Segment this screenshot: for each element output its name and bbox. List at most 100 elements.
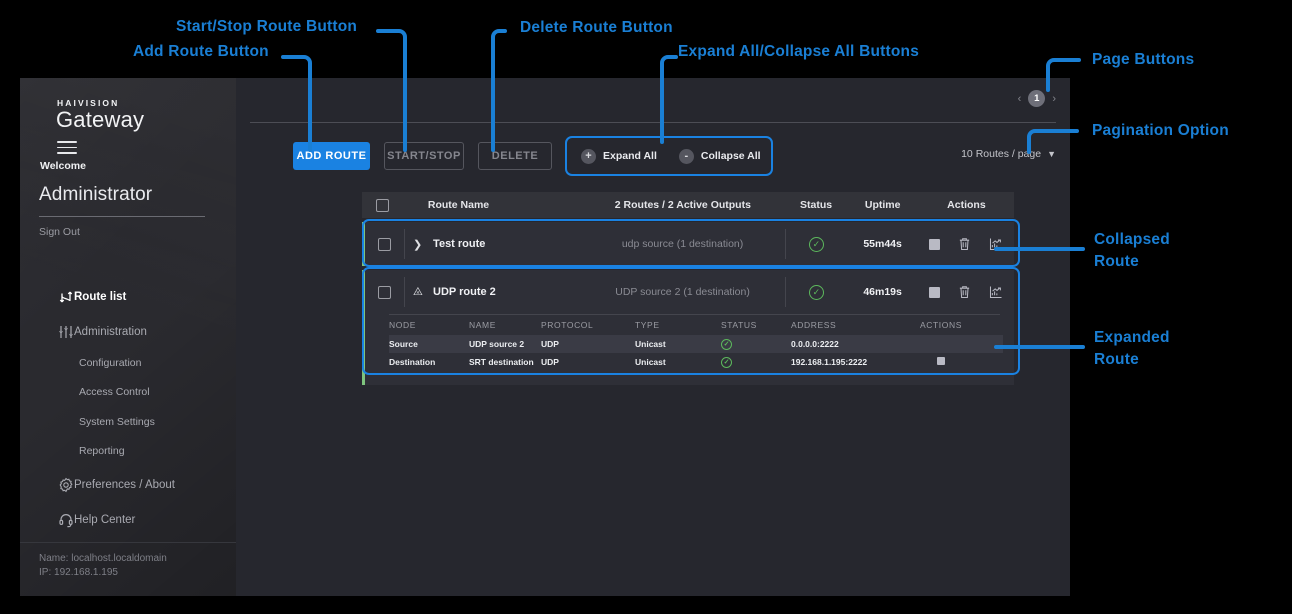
node-actions	[901, 357, 981, 367]
host-name: Name: localhost.localdomain	[39, 552, 167, 566]
sidebar-item-help-center[interactable]: Help Center	[20, 503, 236, 537]
route-description: UDP source 2 (1 destination)	[580, 286, 786, 298]
trash-icon[interactable]	[958, 237, 971, 251]
annotation-page-buttons: Page Buttons	[1092, 51, 1194, 69]
route-uptime: 55m44s	[846, 238, 918, 250]
statistics-icon[interactable]	[989, 285, 1003, 299]
node-role: Source	[389, 339, 469, 349]
expand-all-button[interactable]: + Expand All	[581, 149, 657, 164]
stop-icon[interactable]	[937, 357, 945, 365]
top-divider	[250, 122, 1056, 123]
route-name: UDP route 2	[433, 286, 496, 298]
route-summary-row[interactable]: ⨻ UDP route 2 UDP source 2 (1 destinatio…	[365, 270, 1014, 314]
page-number-button[interactable]: 1	[1028, 90, 1045, 107]
toolbar: ADD ROUTE START/STOP DELETE + Expand All…	[236, 136, 1070, 178]
route-status-cell: ✓	[785, 277, 846, 307]
header-protocol: PROTOCOL	[541, 320, 635, 330]
node-role: Destination	[389, 357, 469, 367]
brand-gateway: Gateway	[56, 107, 144, 133]
annotation-pagination: Pagination Option	[1092, 122, 1229, 140]
row-checkbox-cell	[365, 286, 404, 299]
node-address: 0.0.0.0:2222	[791, 339, 901, 349]
table-row[interactable]: ⨻ UDP route 2 UDP source 2 (1 destinatio…	[362, 270, 1014, 385]
routes-per-page-select[interactable]: 10 Routes / page ▼	[961, 148, 1056, 160]
header-node: NODE	[389, 320, 469, 330]
chevron-down-icon: ▼	[1047, 149, 1056, 159]
select-all-checkbox-cell	[362, 199, 404, 212]
sliders-icon	[56, 322, 76, 342]
minus-icon: -	[679, 149, 694, 164]
table-row[interactable]: ❯ Test route udp source (1 destination) …	[362, 222, 1014, 266]
route-name: Test route	[433, 238, 485, 250]
annotation-expanded-route: Expanded Route	[1094, 327, 1170, 371]
headset-icon	[56, 510, 76, 530]
status-ok-icon: ✓	[721, 339, 732, 350]
route-name-cell: ⨻ UDP route 2	[404, 277, 580, 307]
list-item[interactable]: Destination SRT destination UDP Unicast …	[389, 353, 1003, 371]
header-name: NAME	[469, 320, 541, 330]
annotation-start-stop: Start/Stop Route Button	[176, 18, 357, 36]
host-info: Name: localhost.localdomain IP: 192.168.…	[39, 552, 167, 580]
status-ok-icon: ✓	[809, 237, 824, 252]
sign-out-link[interactable]: Sign Out	[39, 226, 80, 238]
gear-icon	[56, 475, 76, 495]
sidebar-item-access-control[interactable]: Access Control	[20, 375, 236, 409]
page-buttons: ‹ 1 ›	[1018, 90, 1056, 107]
node-status-cell: ✓	[721, 339, 791, 350]
list-item[interactable]: Source UDP source 2 UDP Unicast ✓ 0.0.0.…	[389, 335, 1003, 353]
sidebar-item-reporting[interactable]: Reporting	[20, 434, 236, 468]
header-actions: Actions	[919, 199, 1014, 211]
start-stop-button[interactable]: START/STOP	[384, 142, 464, 170]
add-route-button[interactable]: ADD ROUTE	[293, 142, 370, 170]
delete-button[interactable]: DELETE	[478, 142, 552, 170]
welcome-label: Welcome	[40, 160, 86, 172]
collapse-all-label: Collapse All	[701, 150, 761, 162]
sidebar-item-administration[interactable]: Administration	[20, 315, 236, 349]
route-nodes-panel: NODE NAME PROTOCOL TYPE STATUS ADDRESS A…	[365, 314, 1014, 385]
header-uptime: Uptime	[847, 199, 919, 211]
select-all-checkbox[interactable]	[376, 199, 389, 212]
sidebar-item-label: Route list	[74, 291, 126, 303]
stop-icon[interactable]	[929, 287, 940, 298]
expand-collapse-group: + Expand All - Collapse All	[565, 136, 773, 176]
chevron-down-icon[interactable]: ⨻	[413, 286, 423, 299]
collapse-all-button[interactable]: - Collapse All	[679, 149, 761, 164]
route-status-cell: ✓	[785, 229, 846, 259]
sidebar: HAIVISION Gateway Welcome Administrator …	[20, 78, 236, 596]
sidebar-item-preferences-about[interactable]: Preferences / About	[20, 468, 236, 502]
next-page-button[interactable]: ›	[1052, 93, 1056, 105]
header-node-status: STATUS	[721, 320, 791, 330]
main-content: ‹ 1 › ADD ROUTE START/STOP DELETE + Expa…	[236, 78, 1070, 596]
status-ok-icon: ✓	[809, 285, 824, 300]
node-type: Unicast	[635, 357, 721, 367]
prev-page-button[interactable]: ‹	[1018, 93, 1022, 105]
sidebar-item-label: Reporting	[79, 445, 125, 457]
hamburger-icon[interactable]	[57, 141, 77, 158]
row-checkbox[interactable]	[378, 238, 391, 251]
route-uptime: 46m19s	[846, 286, 918, 298]
sidebar-item-label: Configuration	[79, 357, 141, 369]
stop-icon[interactable]	[929, 239, 940, 250]
header-type: TYPE	[635, 320, 721, 330]
route-actions	[919, 285, 1014, 299]
chevron-right-icon[interactable]: ❯	[413, 238, 423, 251]
sidebar-divider	[39, 216, 205, 217]
header-status: Status	[786, 199, 847, 211]
nodes-table: NODE NAME PROTOCOL TYPE STATUS ADDRESS A…	[389, 315, 1003, 371]
statistics-icon[interactable]	[989, 237, 1003, 251]
node-name: UDP source 2	[469, 339, 541, 349]
status-ok-icon: ✓	[721, 357, 732, 368]
top-bar: ‹ 1 ›	[236, 78, 1070, 122]
header-route-name: Route Name	[404, 199, 580, 211]
table-header-row: Route Name 2 Routes / 2 Active Outputs S…	[362, 192, 1014, 218]
row-checkbox[interactable]	[378, 286, 391, 299]
sidebar-item-label: System Settings	[79, 416, 155, 428]
trash-icon[interactable]	[958, 285, 971, 299]
routes-per-page-label: 10 Routes / page	[961, 148, 1041, 160]
route-name-cell: ❯ Test route	[404, 229, 580, 259]
sidebar-item-route-list[interactable]: Route list	[20, 280, 236, 314]
node-name: SRT destination	[469, 357, 541, 367]
route-summary-row[interactable]: ❯ Test route udp source (1 destination) …	[365, 222, 1014, 266]
annotation-delete-route: Delete Route Button	[520, 19, 673, 37]
node-protocol: UDP	[541, 357, 635, 367]
